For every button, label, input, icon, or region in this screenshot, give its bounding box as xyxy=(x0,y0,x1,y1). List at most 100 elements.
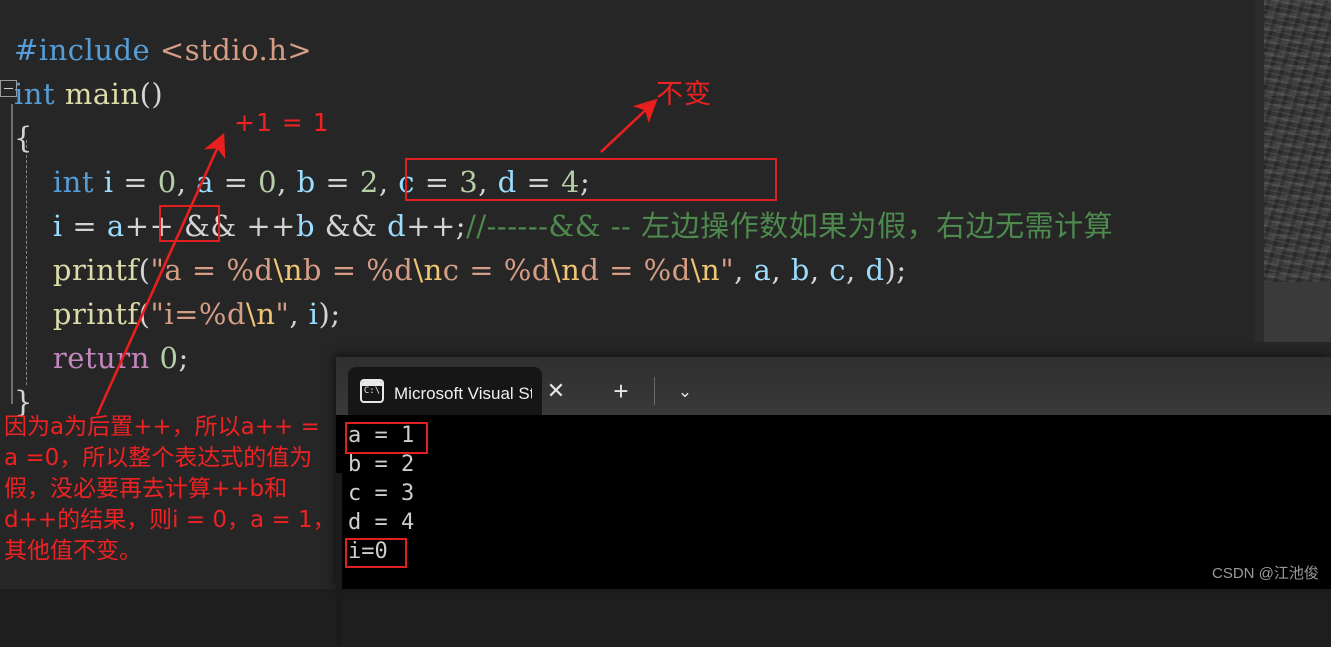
code-token: { xyxy=(14,121,33,155)
code-token: int xyxy=(14,77,56,111)
code-token: = xyxy=(315,165,360,199)
code-token: ; xyxy=(178,341,189,375)
console-line: c = 3 xyxy=(348,481,415,506)
new-tab-icon[interactable]: + xyxy=(608,378,634,404)
code-token: () xyxy=(139,77,164,111)
code-token: d xyxy=(497,165,517,199)
code-token: ); xyxy=(318,297,341,331)
console-left-edge xyxy=(336,473,342,647)
code-token: ; xyxy=(579,165,591,199)
code-token: \n xyxy=(413,253,443,287)
code-token: ++; xyxy=(406,209,467,243)
code-token: \n xyxy=(690,253,721,287)
code-token: return xyxy=(52,341,150,375)
code-token: , xyxy=(809,253,830,287)
console-line: i=0 xyxy=(348,539,388,564)
code-line: printf("i=%d\n", i); xyxy=(14,292,1113,336)
tab-bar-divider xyxy=(654,377,655,405)
code-token: , xyxy=(176,165,197,199)
code-token: = xyxy=(113,165,158,199)
code-token: , xyxy=(289,297,309,331)
code-token: int xyxy=(52,165,94,199)
code-token: d = %d xyxy=(580,253,691,287)
console-tab-title: Microsoft Visual Studio 调试控 xyxy=(394,383,532,403)
code-line: i = a++ && ++b && d++;//------&& -- 左边操作… xyxy=(14,204,1113,248)
code-token: 0 xyxy=(159,341,179,375)
code-token: d xyxy=(865,253,885,287)
code-token: b xyxy=(790,253,810,287)
code-token: printf xyxy=(52,253,139,287)
minimap-empty-area[interactable] xyxy=(1264,282,1331,342)
console-output-area[interactable]: a = 1 b = 2 c = 3 d = 4 i=0 xyxy=(336,415,1331,647)
code-token: = xyxy=(213,165,259,199)
code-token: , xyxy=(846,253,866,287)
console-window[interactable]: C:\ Microsoft Visual Studio 调试控 ✕ + ⌄ a … xyxy=(336,357,1331,647)
code-token: = xyxy=(62,209,107,243)
code-token: 4 xyxy=(561,165,580,199)
code-line: int main() xyxy=(14,72,1113,116)
code-token: \n xyxy=(550,253,581,287)
chevron-down-icon[interactable]: ⌄ xyxy=(672,379,698,405)
code-token: main xyxy=(64,77,140,111)
code-token: , xyxy=(771,253,791,287)
code-token: " xyxy=(720,253,735,287)
watermark: CSDN @江池俊 xyxy=(1212,565,1319,582)
console-line: a = 1 xyxy=(348,423,415,448)
code-token: ( xyxy=(138,297,151,331)
code-token: b xyxy=(295,209,316,243)
code-token: printf xyxy=(52,297,139,331)
code-token: c = %d xyxy=(442,253,551,287)
code-token: ( xyxy=(138,253,151,287)
code-token: b xyxy=(296,165,316,199)
code-token: "i=%d xyxy=(150,297,247,331)
code-token: ++ && ++ xyxy=(124,209,296,243)
code-token: a xyxy=(753,253,772,287)
code-token: a xyxy=(106,209,125,243)
editor-gutter-line xyxy=(11,104,13,404)
console-tab-bar[interactable]: C:\ Microsoft Visual Studio 调试控 ✕ + ⌄ xyxy=(336,357,1331,415)
code-token: , xyxy=(478,165,498,199)
minimap-thumbnail[interactable] xyxy=(1264,0,1331,282)
code-token: \n xyxy=(246,297,276,331)
code-token: , xyxy=(378,165,399,199)
code-token: i xyxy=(308,297,319,331)
code-token: 2 xyxy=(359,165,379,199)
code-token: , xyxy=(277,165,297,199)
code-token: <stdio.h> xyxy=(159,33,313,67)
code-token: 0 xyxy=(157,165,177,199)
code-token: \n xyxy=(273,253,303,287)
code-line: #include <stdio.h> xyxy=(14,28,1113,72)
code-token: a xyxy=(196,165,214,199)
console-tab[interactable]: C:\ Microsoft Visual Studio 调试控 xyxy=(348,367,542,415)
code-token: ); xyxy=(884,253,907,287)
console-line: d = 4 xyxy=(348,510,415,535)
code-line: { xyxy=(14,116,1113,160)
code-line: printf("a = %d\nb = %d\nc = %d\nd = %d\n… xyxy=(14,248,1113,292)
editor-right-shade xyxy=(1254,0,1264,342)
code-token: //------&& -- 左边操作数如果为假，右边无需计算 xyxy=(466,209,1114,243)
code-token: c xyxy=(398,165,416,199)
code-token: = xyxy=(516,165,561,199)
code-token: 3 xyxy=(459,165,479,199)
close-icon[interactable]: ✕ xyxy=(544,379,568,403)
code-token: = xyxy=(415,165,460,199)
code-token: , xyxy=(734,253,754,287)
code-token: " xyxy=(275,297,290,331)
code-token: d xyxy=(387,209,407,243)
console-output-text: a = 1 b = 2 c = 3 d = 4 i=0 xyxy=(348,421,414,566)
code-token: i xyxy=(52,209,63,243)
code-token: "a = %d xyxy=(150,253,274,287)
code-token: } xyxy=(14,385,33,419)
code-token: c xyxy=(829,253,847,287)
code-line: int i = 0, a = 0, b = 2, c = 3, d = 4; xyxy=(14,160,1113,204)
console-line: b = 2 xyxy=(348,452,415,477)
